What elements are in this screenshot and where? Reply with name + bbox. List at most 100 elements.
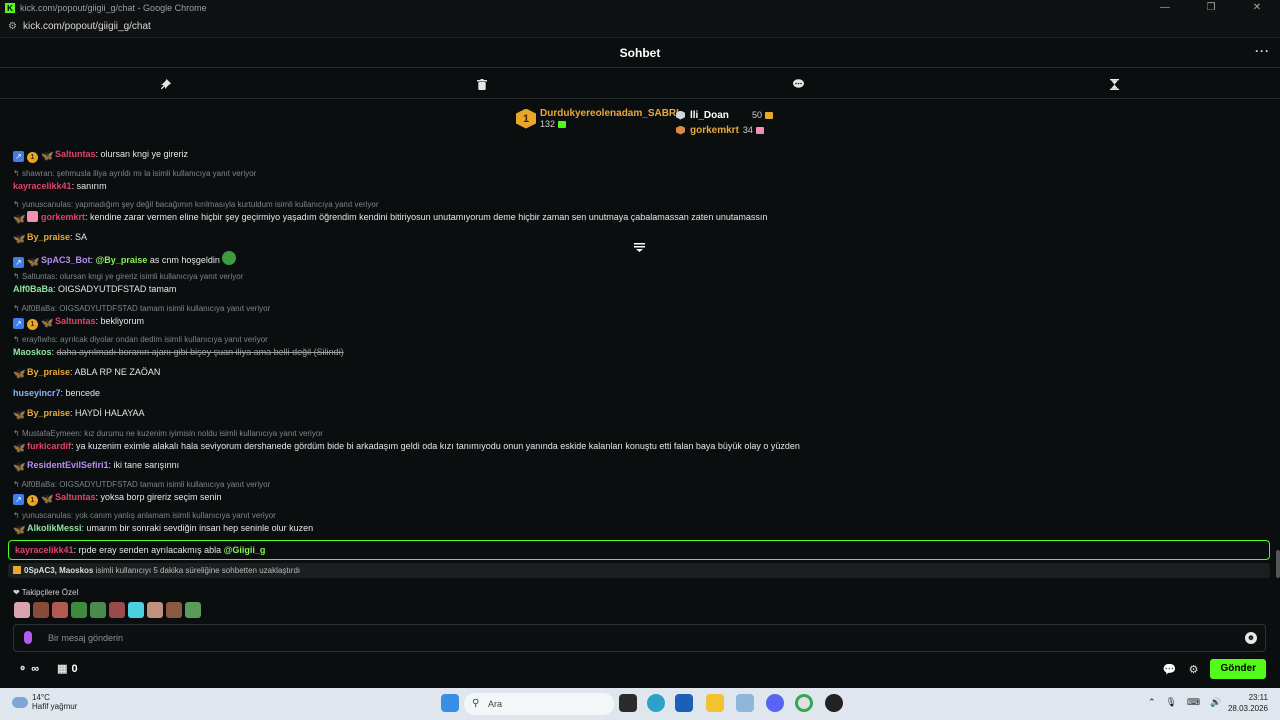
subscriber-badge-icon: 🦋 xyxy=(13,410,26,421)
chat-bubble-icon[interactable]: 💬 xyxy=(1163,663,1177,676)
chat-message[interactable]: 🦋 By_praise: SA xyxy=(13,231,87,245)
username[interactable]: kayracelikk41 xyxy=(13,181,72,191)
username[interactable]: Saltuntas xyxy=(55,149,96,159)
pin-icon[interactable] xyxy=(159,77,173,91)
timeout-users: 0SpAC3, Maoskos xyxy=(24,566,94,575)
chat-message[interactable]: ↰ shawran: şehmusla iliya ayrıldı mı la … xyxy=(13,168,256,192)
username[interactable]: By_praise xyxy=(27,367,70,377)
chat-message[interactable]: ↰ yunuscanulas: yapmadığım şey değil bac… xyxy=(13,199,767,225)
microphone-icon[interactable]: 🎙 xyxy=(1166,697,1177,708)
message-text: : bencede xyxy=(60,388,101,398)
address-bar[interactable]: ⚙ kick.com/popout/giigii_g/chat xyxy=(0,16,1280,38)
reply-context[interactable]: ↰ Alf0BaBa: OIGSADYUTDFSTAD tamam isimli… xyxy=(13,479,270,491)
reply-context[interactable]: ↰ Saltuntas: olursan kngi ye gireriz isi… xyxy=(13,271,243,283)
mention[interactable]: @Giigii_g xyxy=(224,545,266,555)
chat-message[interactable]: ↰ erayfiwhs: ayrılcak diyolar ondan dedi… xyxy=(13,334,344,358)
emote-icon[interactable] xyxy=(33,602,49,618)
username[interactable]: furkicardif xyxy=(27,441,71,451)
emote-icon[interactable] xyxy=(185,602,201,618)
chat-message[interactable]: ↰ Alf0BaBa: OIGSADYUTDFSTAD tamam isimli… xyxy=(13,303,270,330)
rain-cloud-icon xyxy=(12,696,28,708)
chat-message[interactable]: ↰ MustafaEymeen: kız durumu ne kuzenim i… xyxy=(13,428,800,454)
close-button[interactable]: ✕ xyxy=(1234,0,1280,16)
emote-icon[interactable] xyxy=(52,602,68,618)
network-icon[interactable]: ⌨ xyxy=(1187,697,1200,708)
reply-context[interactable]: ↰ yunuscanulas: yok canım yanlış anlamam… xyxy=(13,510,313,522)
infinity-label: ∞ xyxy=(31,662,40,675)
emote-icon[interactable] xyxy=(14,602,30,618)
restore-button[interactable]: ❐ xyxy=(1188,0,1234,16)
message-input[interactable]: Bir mesaj gönderin ☻ xyxy=(13,624,1266,652)
username[interactable]: Saltuntas xyxy=(55,316,96,326)
emote-icon[interactable] xyxy=(109,602,125,618)
reply-context[interactable]: ↰ yunuscanulas: yapmadığım şey değil bac… xyxy=(13,199,767,211)
chat-message[interactable]: ↰ yunuscanulas: yok canım yanlış anlamam… xyxy=(13,510,313,536)
username[interactable]: gorkemkrt xyxy=(41,212,85,222)
emote-icon[interactable] xyxy=(128,602,144,618)
url-text[interactable]: kick.com/popout/giigii_g/chat xyxy=(23,21,151,32)
hourglass-icon[interactable] xyxy=(1107,77,1121,91)
chat-message[interactable]: 🦋 ResidentEvilSefiri1: iki tane sarışınnı xyxy=(13,459,179,473)
minimize-button[interactable]: — xyxy=(1142,0,1188,16)
microphone-icon[interactable] xyxy=(24,631,32,644)
chat-message[interactable]: 🦋 By_praise: HAYDİ HALAYAA xyxy=(13,407,145,421)
taskbar-search[interactable]: ⚲ Ara xyxy=(464,693,614,715)
leaderboard-third[interactable]: gorkemkrt 34 xyxy=(676,123,773,137)
username[interactable]: ResidentEvilSefiri1 xyxy=(27,460,109,470)
trash-icon[interactable] xyxy=(475,77,489,91)
emoji-picker-icon[interactable]: ☻ xyxy=(1245,632,1257,644)
username[interactable]: huseyincr7 xyxy=(13,388,61,398)
reply-context[interactable]: ↰ erayfiwhs: ayrılcak diyolar ondan dedi… xyxy=(13,334,344,346)
emote-icon[interactable] xyxy=(166,602,182,618)
edge-icon[interactable] xyxy=(647,694,665,712)
message-input-placeholder[interactable]: Bir mesaj gönderin xyxy=(48,633,123,643)
chat-bubble-icon[interactable] xyxy=(791,77,805,91)
app-icon[interactable] xyxy=(825,694,843,712)
chat-message[interactable]: huseyincr7: bencede xyxy=(13,387,100,399)
send-button[interactable]: Gönder xyxy=(1210,659,1266,679)
username[interactable]: SpAC3_Bot xyxy=(41,255,91,265)
volume-icon[interactable]: 🔊 xyxy=(1210,697,1221,708)
leaderboard-second[interactable]: lli_Doan 50 xyxy=(676,108,774,122)
username[interactable]: By_praise xyxy=(27,232,70,242)
username[interactable]: Maoskos xyxy=(13,347,52,357)
gift-rank-badge-icon: 1 xyxy=(27,152,38,163)
chat-message[interactable]: ↗ 🦋 SpAC3_Bot: @By_praise as cnm hoşgeldin xyxy=(13,251,239,268)
username[interactable]: kayracelikk41 xyxy=(15,545,74,555)
discord-icon[interactable] xyxy=(766,694,784,712)
site-info-icon[interactable]: ⚙ xyxy=(8,21,17,32)
emote-icon[interactable] xyxy=(90,602,106,618)
username[interactable]: Alf0BaBa xyxy=(13,284,53,294)
username[interactable]: AlkolikMessi xyxy=(27,523,82,533)
highlighted-message[interactable]: kayracelikk41: rpde eray senden ayrılaca… xyxy=(8,540,1270,560)
chat-scrollbar[interactable] xyxy=(1276,148,1280,578)
store-app-icon[interactable] xyxy=(675,694,693,712)
kick-points-icon[interactable]: ⚬ xyxy=(18,662,27,675)
chat-message[interactable]: ↗ 1 🦋 Saltuntas: olursan kngi ye gireriz xyxy=(13,148,188,163)
reply-context[interactable]: ↰ shawran: şehmusla iliya ayrıldı mı la … xyxy=(13,168,256,180)
more-options-icon[interactable]: ··· xyxy=(1255,44,1270,58)
settings-app-icon[interactable] xyxy=(736,694,754,712)
settings-gear-icon[interactable]: ⚙ xyxy=(1189,663,1199,676)
reply-context[interactable]: ↰ Alf0BaBa: OIGSADYUTDFSTAD tamam isimli… xyxy=(13,303,270,315)
emote-icon[interactable] xyxy=(71,602,87,618)
chat-message[interactable]: ↰ Saltuntas: olursan kngi ye gireriz isi… xyxy=(13,271,243,295)
windows-start-icon[interactable] xyxy=(441,694,459,712)
verified-badge-icon: ↗ xyxy=(13,151,24,162)
chevron-up-icon[interactable]: ⌃ xyxy=(1148,697,1156,708)
scrollbar-thumb[interactable] xyxy=(1276,550,1280,578)
username[interactable]: By_praise xyxy=(27,408,70,418)
mention[interactable]: @By_praise xyxy=(96,255,148,265)
emote-icon[interactable] xyxy=(147,602,163,618)
chat-message[interactable]: 🦋 By_praise: ABLA RP NE ZAÖAN xyxy=(13,366,160,380)
username[interactable]: Saltuntas xyxy=(55,492,96,502)
weather-widget[interactable]: 14°C Hafif yağmur xyxy=(12,693,77,711)
task-view-icon[interactable] xyxy=(619,694,637,712)
file-explorer-icon[interactable] xyxy=(706,694,724,712)
clock[interactable]: 23:11 28.03.2026 xyxy=(1228,692,1268,714)
reply-context[interactable]: ↰ MustafaEymeen: kız durumu ne kuzenim i… xyxy=(13,428,800,440)
store-icon[interactable]: ▦ xyxy=(57,662,67,675)
chrome-icon[interactable] xyxy=(795,694,813,712)
leaderboard-first[interactable]: 1 Durdukyereolenadam_SABRI 132 xyxy=(516,108,679,129)
chat-message[interactable]: ↰ Alf0BaBa: OIGSADYUTDFSTAD tamam isimli… xyxy=(13,479,270,506)
